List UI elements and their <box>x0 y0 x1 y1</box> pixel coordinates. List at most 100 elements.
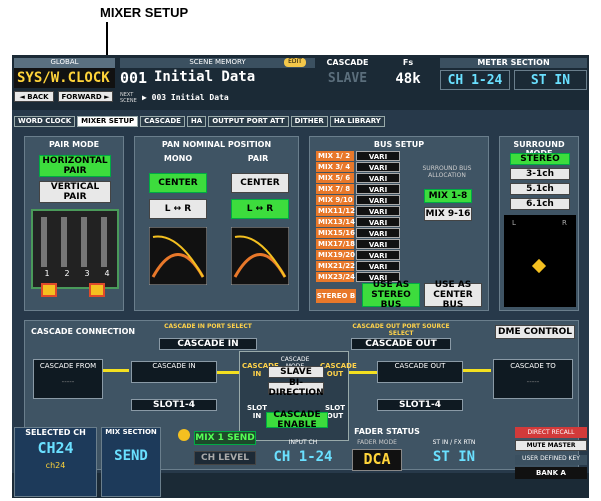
surround-6-1-button[interactable]: 6.1ch <box>510 198 570 210</box>
next-scene: ▶ 003 Initial Data <box>142 93 229 102</box>
cascade-out-port-label: CASCADE OUT PORT SOURCE SELECT <box>352 323 450 337</box>
global-name[interactable]: SYS/W.CLOCK <box>14 68 115 88</box>
cascade-enable-button[interactable]: CASCADE ENABLE <box>266 410 328 430</box>
forward-button[interactable]: FORWARD ► <box>58 91 113 102</box>
fader-4 <box>101 217 107 267</box>
pair-pan-curve <box>231 227 289 285</box>
pan-mono-label: MONO <box>163 154 193 163</box>
mute-master-button[interactable]: MUTE MASTER <box>515 440 587 451</box>
scene-name[interactable]: Initial Data <box>154 69 314 89</box>
slot-in-select[interactable]: SLOT1-4 <box>131 399 217 411</box>
bus-row[interactable]: MIX 7/ 8 VARI <box>316 184 400 194</box>
mix-1-8-button[interactable]: MIX 1-8 <box>424 189 472 203</box>
dme-control-button[interactable]: DME CONTROL <box>495 325 575 339</box>
bus-row[interactable]: MIX 9/10 VARI <box>316 195 400 205</box>
encoder-icon[interactable] <box>178 429 190 441</box>
cascade-from-arrow <box>103 369 129 372</box>
bus-row[interactable]: MIX 5/ 6 VARI <box>316 173 400 183</box>
surround-pan-point-icon[interactable] <box>531 258 547 274</box>
tab-ha-library[interactable]: HA LIBRARY <box>329 116 385 127</box>
pan-pair-label: PAIR <box>247 154 269 163</box>
cascade-out-connector: CASCADE OUT <box>377 361 463 383</box>
mix-section-box[interactable]: MIX SECTION SEND <box>101 427 161 497</box>
bus-setup-panel: BUS SETUP MIX 1/ 2 VARI MIX 3/ 4 VARI MIX … <box>309 136 489 311</box>
use-as-stereo-bus-button[interactable]: USE AS STEREO BUS <box>362 280 420 310</box>
fader-3 <box>81 217 87 267</box>
cascade-in-connector: CASCADE IN <box>131 361 217 383</box>
bus-row[interactable]: MIX15/16 VARI <box>316 228 400 238</box>
meter-stin-button[interactable]: ST IN <box>514 70 587 90</box>
fader-num-4: 4 <box>104 269 110 278</box>
tab-dither[interactable]: DITHER <box>290 116 328 127</box>
cascade-mode-slave[interactable]: SLAVE <box>268 366 324 378</box>
bus-row[interactable]: MIX 1/ 2 VARI <box>316 151 400 161</box>
cascade-in-port-label: CASCADE IN PORT SELECT <box>164 323 252 330</box>
scene-number[interactable]: 001 <box>120 69 150 89</box>
bus-row[interactable]: MIX 3/ 4 VARI <box>316 162 400 172</box>
fader-ch124-button[interactable]: CH 1-24 <box>268 449 338 471</box>
mix-9-16-button[interactable]: MIX 9-16 <box>424 207 472 221</box>
fader-num-3: 3 <box>84 269 90 278</box>
pair-link-icon-b <box>89 283 105 297</box>
surround-3-1-button[interactable]: 3-1ch <box>510 168 570 180</box>
slot-out-select[interactable]: SLOT1-4 <box>377 399 463 411</box>
bus-row[interactable]: MIX19/20 VARI <box>316 250 400 260</box>
bus-title: BUS SETUP <box>373 140 425 149</box>
pair-mode-panel: PAIR MODE HORIZONTAL PAIR VERTICAL PAIR … <box>24 136 124 311</box>
use-as-center-bus-button[interactable]: USE AS CENTER BUS <box>424 280 482 310</box>
bus-list: MIX 1/ 2 VARI MIX 3/ 4 VARI MIX 5/ 6 VARI M… <box>316 151 400 283</box>
pair-mode-title: PAIR MODE <box>48 140 100 149</box>
mix-send-button[interactable]: MIX 1 SEND <box>194 431 256 445</box>
pair-link-icon-a <box>41 283 57 297</box>
fader-status-label: FADER STATUS <box>354 427 420 436</box>
fader-stin-button[interactable]: ST IN <box>416 449 492 471</box>
tab-ha[interactable]: HA <box>186 116 207 127</box>
cascade-label: CASCADE <box>326 58 369 67</box>
horizontal-pair-button[interactable]: HORIZONTAL PAIR <box>39 155 111 177</box>
bus-row[interactable]: MIX11/12 VARI <box>316 206 400 216</box>
pair-lr-button[interactable]: L ↔ R <box>231 199 289 219</box>
direct-recall-button[interactable]: DIRECT RECALL <box>515 427 587 438</box>
bus-row[interactable]: MIX13/14 VARI <box>316 217 400 227</box>
cascade-to-box[interactable]: CASCADE TO ----- <box>493 359 573 399</box>
cascade-in-line <box>217 371 241 374</box>
back-button[interactable]: ◄ BACK <box>14 91 54 102</box>
bi-direction-button[interactable]: BI-DIRECTION <box>268 378 324 398</box>
tab-cascade[interactable]: CASCADE <box>140 116 185 127</box>
mono-lr-button[interactable]: L ↔ R <box>149 199 207 219</box>
fs-label: Fs <box>402 58 414 67</box>
bus-row[interactable]: MIX21/22 VARI <box>316 261 400 271</box>
surround-5-1-button[interactable]: 5.1ch <box>510 183 570 195</box>
global-label: GLOBAL <box>14 58 115 68</box>
tab-word-clock[interactable]: WORD CLOCK <box>14 116 76 127</box>
pan-panel: PAN NOMINAL POSITION MONO PAIR CENTER CE… <box>134 136 299 311</box>
mono-center-button[interactable]: CENTER <box>149 173 207 193</box>
tab-output-port-att[interactable]: OUTPUT PORT ATT <box>208 116 289 127</box>
cascade-to-arrow <box>463 369 491 372</box>
callout-label: MIXER SETUP <box>100 5 189 20</box>
bank-a-button[interactable]: BANK A <box>515 467 587 479</box>
surround-l: L <box>512 219 516 227</box>
vertical-pair-button[interactable]: VERTICAL PAIR <box>39 181 111 203</box>
cascade-from-box[interactable]: CASCADE FROM ----- <box>33 359 103 399</box>
selected-ch-box[interactable]: SELECTED CH CH24 ch24 <box>14 427 97 497</box>
cascade-status: SLAVE <box>327 71 368 86</box>
fader-mode-label: FADER MODE <box>357 439 397 446</box>
fader-1 <box>41 217 47 267</box>
screen: GLOBAL SYS/W.CLOCK ◄ BACK FORWARD ► SCEN… <box>12 55 589 498</box>
surround-stereo-button[interactable]: STEREO <box>510 153 570 165</box>
ch-level-button[interactable]: CH LEVEL <box>194 451 256 465</box>
meter-ch124-button[interactable]: CH 1-24 <box>440 70 510 90</box>
pair-center-button[interactable]: CENTER <box>231 173 289 193</box>
fader-mode-dca[interactable]: DCA <box>352 449 402 471</box>
bus-row[interactable]: MIX17/18 VARI <box>316 239 400 249</box>
fader-num-2: 2 <box>64 269 70 278</box>
pan-title: PAN NOMINAL POSITION <box>161 140 272 149</box>
surround-alloc-label: SURROUND BUS ALLOCATION <box>422 165 472 179</box>
stereo-b-label: STEREO B <box>316 289 356 303</box>
cascade-in-port-select[interactable]: CASCADE IN <box>159 338 257 350</box>
tab-mixer-setup[interactable]: MIXER SETUP <box>77 116 139 127</box>
casc-out-label: CASCADE OUT <box>320 362 357 378</box>
input-ch-label: INPUT CH <box>288 439 318 446</box>
cascade-out-port-select[interactable]: CASCADE OUT <box>351 338 451 350</box>
